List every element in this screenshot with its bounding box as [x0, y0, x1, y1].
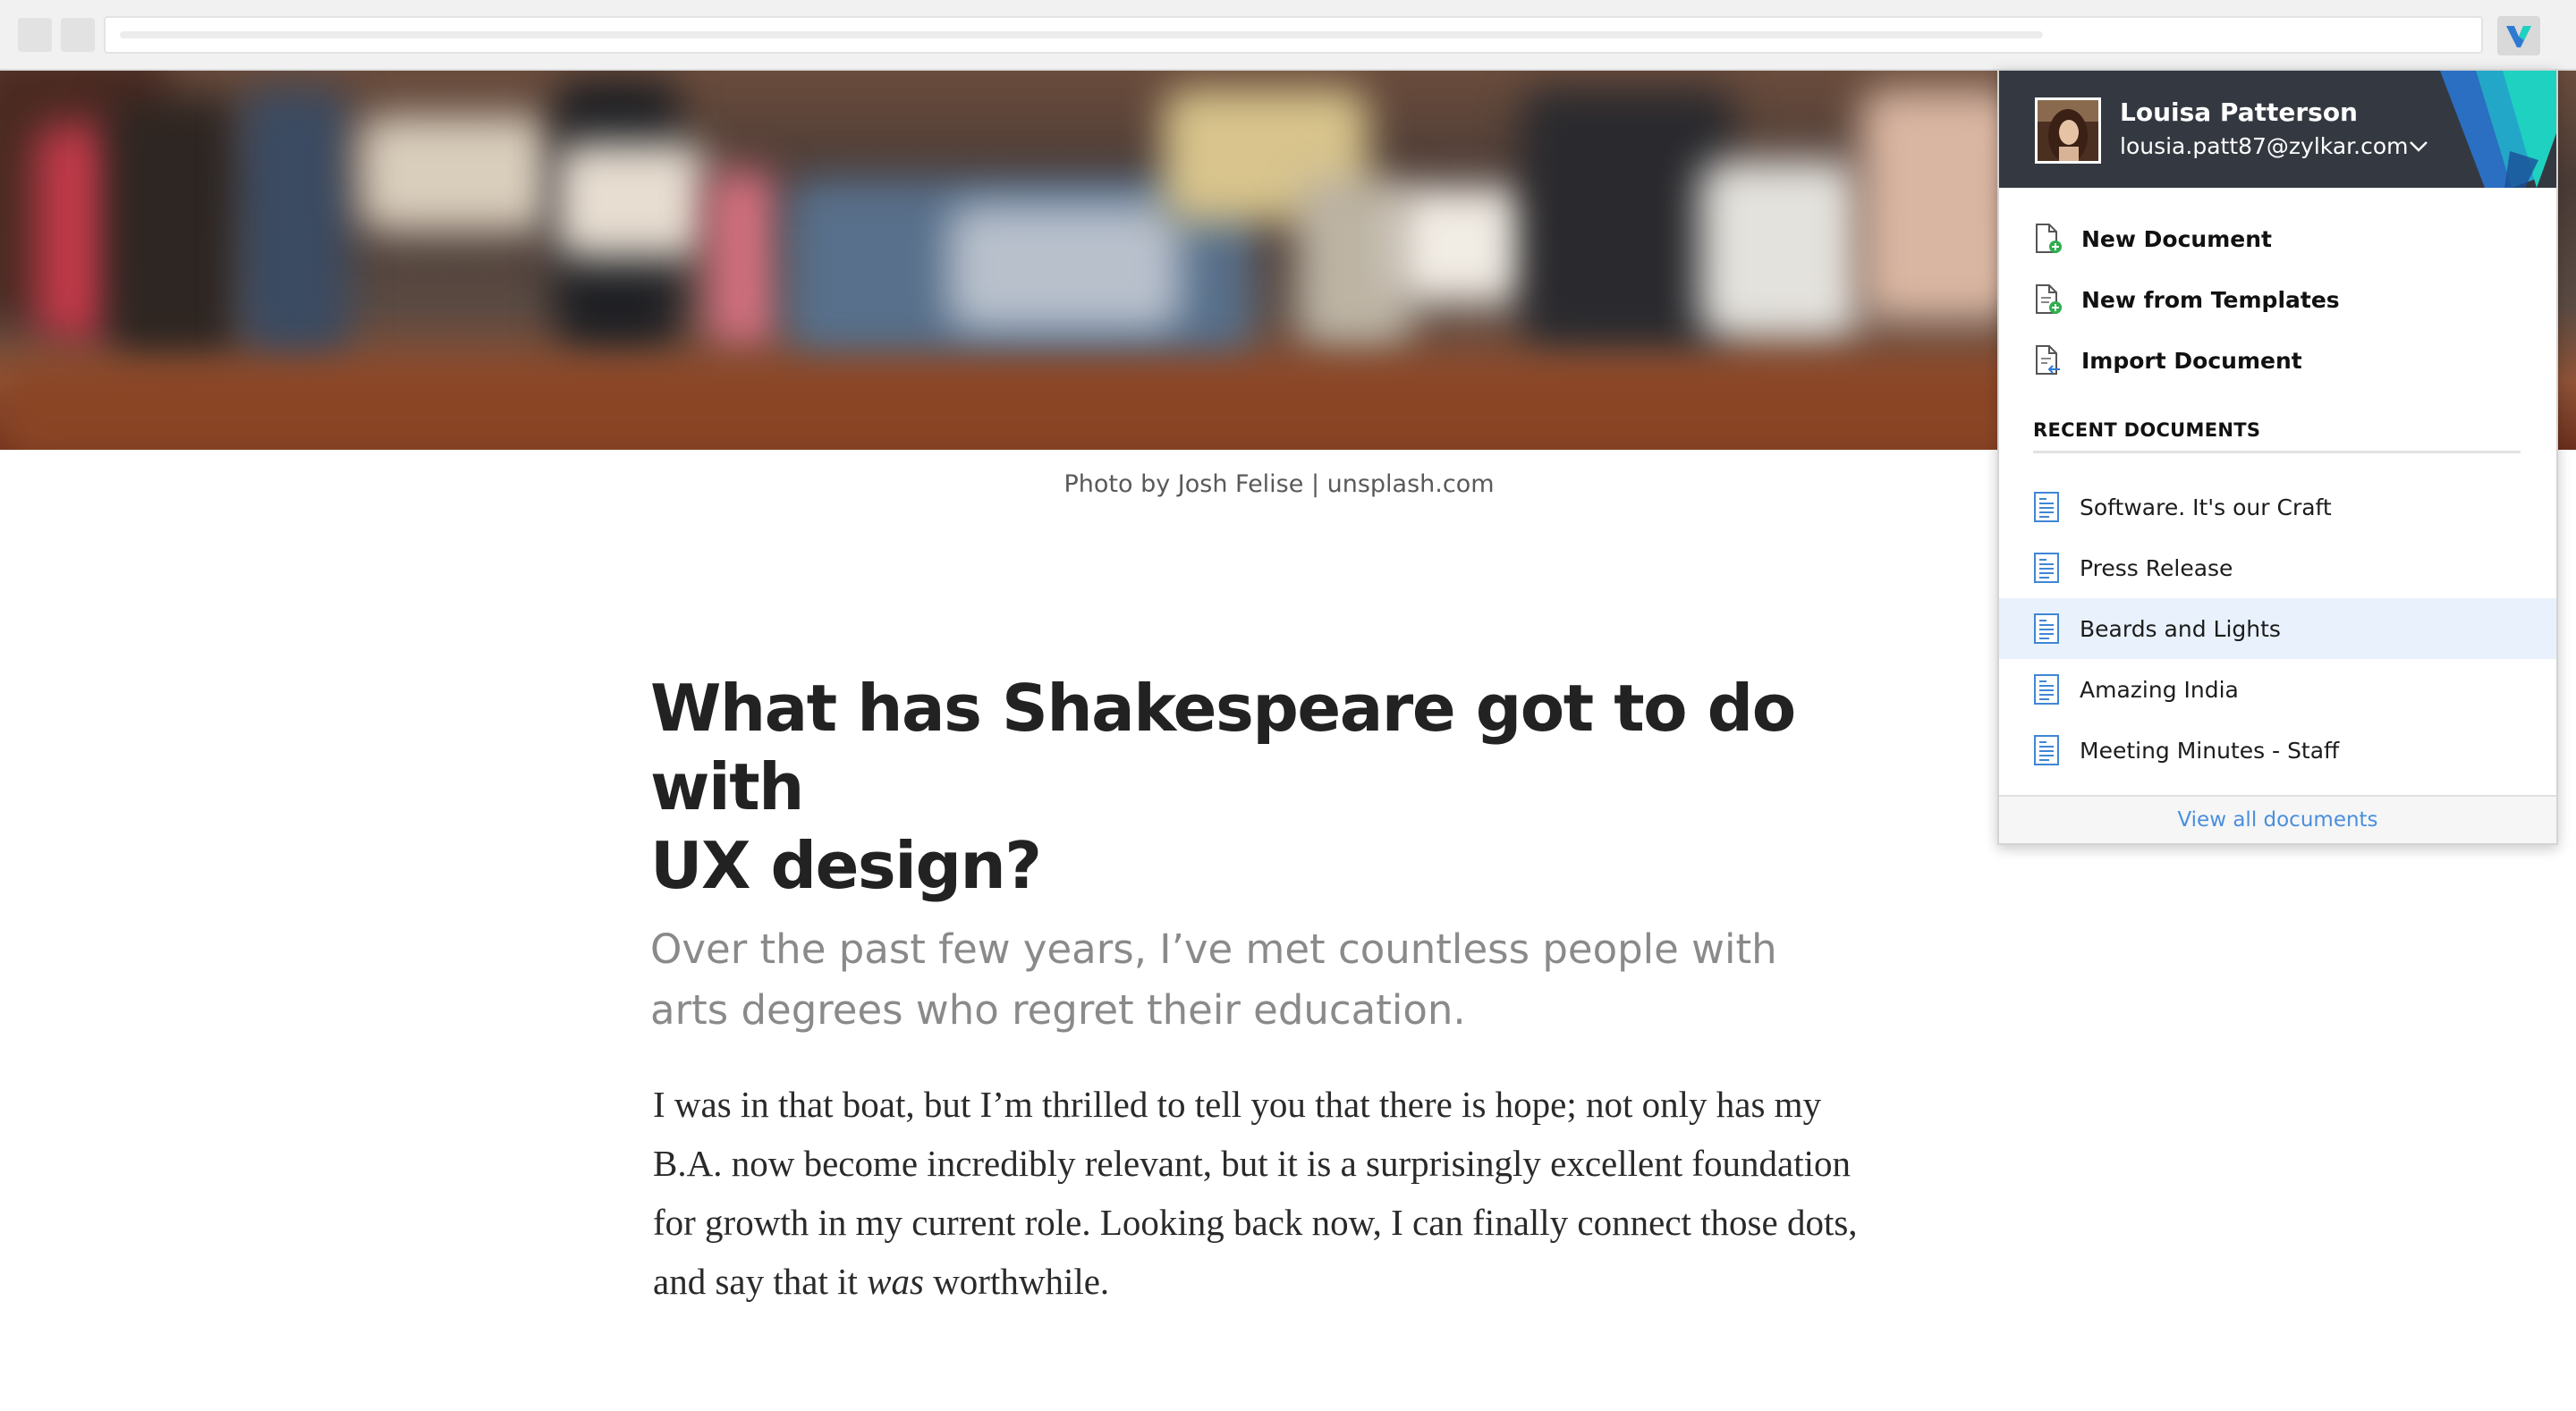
address-bar[interactable] [104, 16, 2483, 54]
recent-document-title: Beards and Lights [2080, 615, 2281, 642]
article-title: What has Shakespeare got to do with UX d… [650, 671, 1796, 903]
recent-document-title: Amazing India [2080, 676, 2239, 703]
body-text-start: I was in that boat, but I’m thrilled to … [653, 1084, 1858, 1302]
document-icon [2034, 613, 2059, 644]
import-document-button[interactable]: Import Document [1999, 330, 2556, 391]
writer-dropdown-panel: Louisa Patterson lousia.patt87@zylkar.co… [1997, 69, 2558, 845]
new-template-icon [2036, 284, 2062, 314]
avatar [2035, 97, 2101, 164]
writer-extension-button[interactable] [2497, 16, 2540, 55]
new-document-button[interactable]: New Document [1999, 208, 2556, 269]
menu-item-label: Import Document [2081, 347, 2302, 374]
body-emphasis: was [867, 1261, 924, 1302]
account-header[interactable]: Louisa Patterson lousia.patt87@zylkar.co… [1999, 71, 2556, 188]
view-all-documents-link[interactable]: View all documents [1999, 795, 2556, 843]
actions-menu: New Document New from Templates Import D… [1999, 208, 2556, 391]
article-body: I was in that boat, but I’m thrilled to … [653, 1075, 1878, 1311]
recent-documents-list: Software. It's our Craft Press Release B… [1999, 477, 2556, 781]
recent-documents-heading: RECENT DOCUMENTS [2033, 419, 2261, 441]
document-icon [2034, 553, 2059, 583]
user-name: Louisa Patterson [2120, 97, 2358, 127]
document-icon [2034, 674, 2059, 705]
recent-document-item[interactable]: Software. It's our Craft [1999, 477, 2556, 537]
body-text-end: worthwhile. [923, 1261, 1110, 1302]
new-from-templates-button[interactable]: New from Templates [1999, 269, 2556, 330]
recent-document-item[interactable]: Beards and Lights [1999, 598, 2556, 659]
import-document-icon [2036, 345, 2060, 375]
recent-document-item[interactable]: Meeting Minutes - Staff [1999, 720, 2556, 781]
writer-brand-graphic [2440, 71, 2556, 188]
back-button[interactable] [18, 18, 52, 52]
menu-item-label: New Document [2081, 225, 2272, 252]
document-icon [2034, 735, 2059, 765]
recent-document-title: Software. It's our Craft [2080, 494, 2332, 520]
recent-document-title: Press Release [2080, 554, 2233, 581]
user-email: lousia.patt87@zylkar.com [2120, 133, 2409, 159]
recent-document-title: Meeting Minutes - Staff [2080, 737, 2340, 764]
article-subtitle: Over the past few years, I’ve met countl… [650, 925, 1777, 1034]
writer-logo-icon [2506, 26, 2531, 47]
recent-document-item[interactable]: Amazing India [1999, 659, 2556, 720]
divider [2033, 451, 2521, 453]
chevron-down-icon[interactable] [2408, 139, 2429, 153]
new-document-icon [2036, 224, 2062, 253]
article: What has Shakespeare got to do with UX d… [650, 669, 1876, 1311]
forward-button[interactable] [61, 18, 95, 52]
menu-item-label: New from Templates [2081, 286, 2340, 313]
address-placeholder-line [120, 31, 2043, 38]
recent-document-item[interactable]: Press Release [1999, 537, 2556, 598]
document-icon [2034, 492, 2059, 522]
browser-toolbar [0, 0, 2576, 71]
